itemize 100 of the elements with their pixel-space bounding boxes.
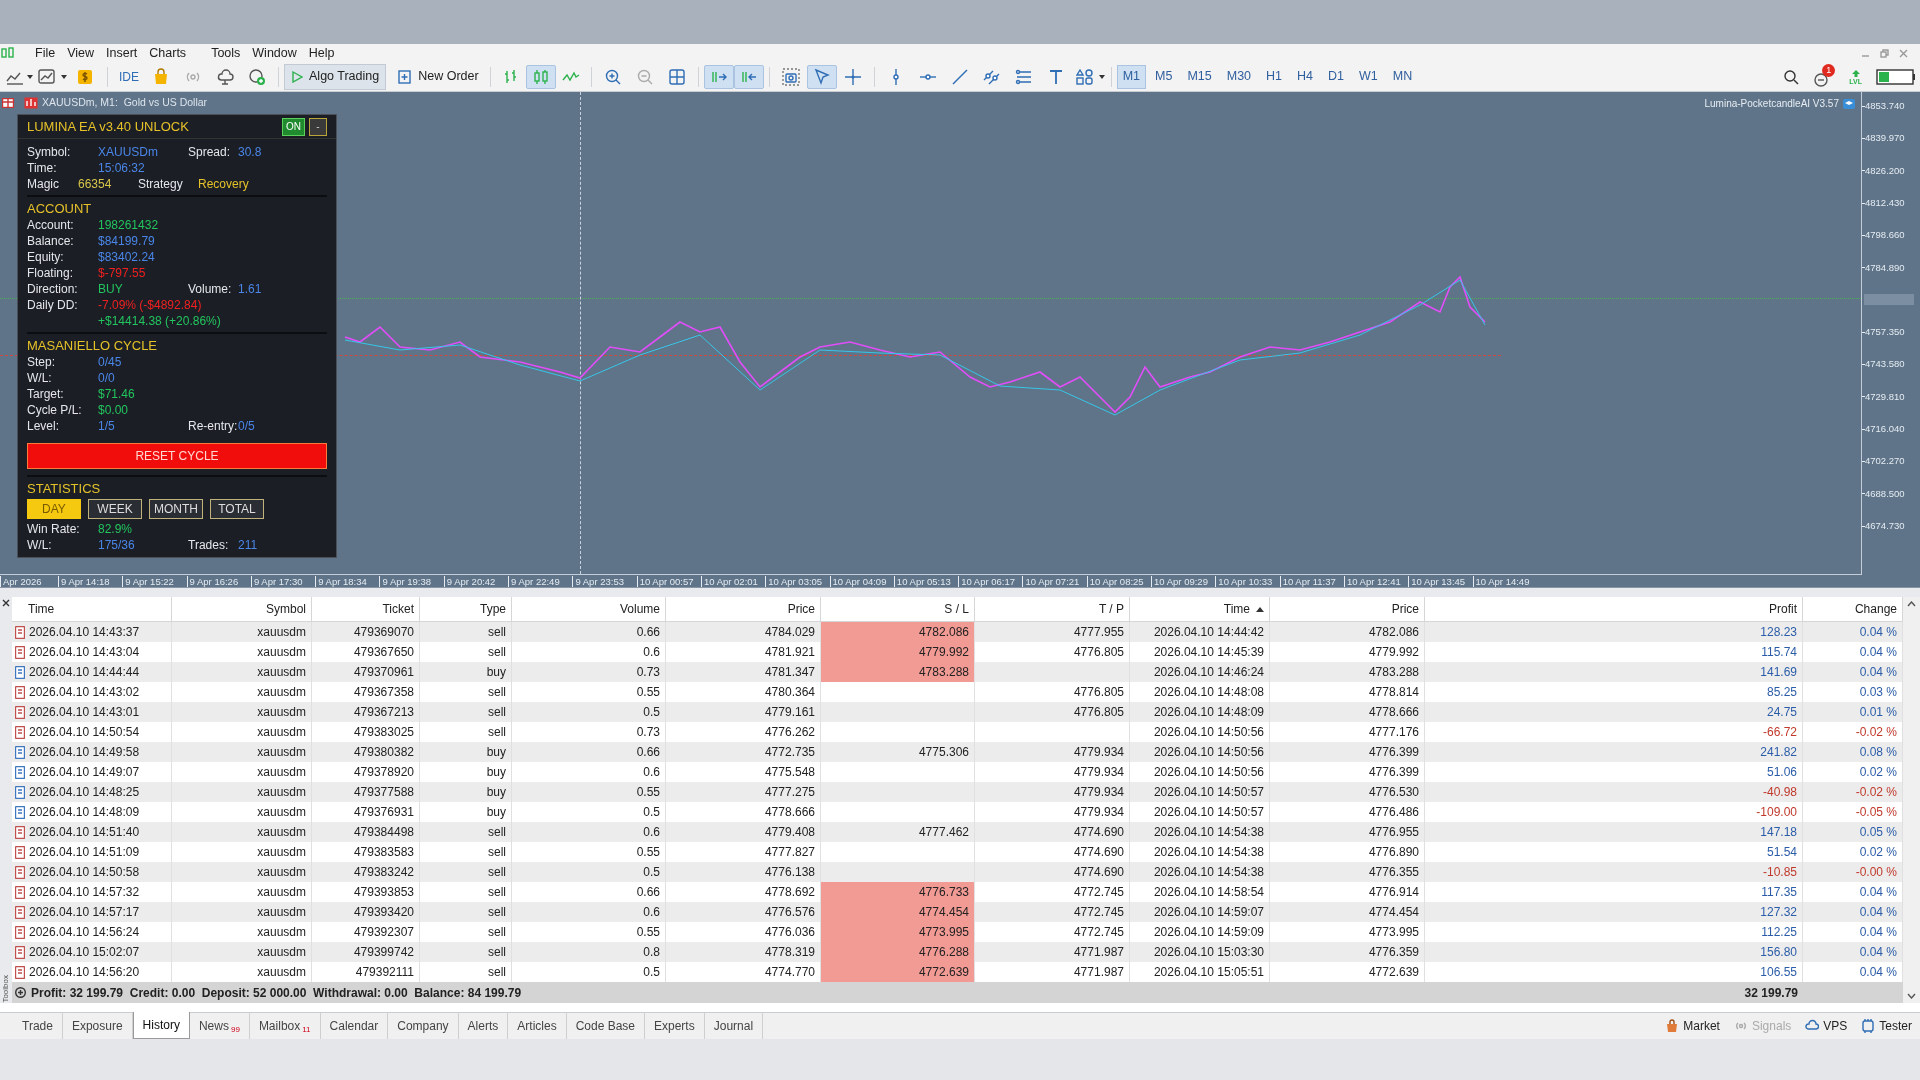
time-tick: 10 Apr 10:33 bbox=[1218, 575, 1273, 587]
period-tab[interactable]: DAY bbox=[27, 499, 81, 519]
column-header[interactable]: Symbol bbox=[172, 597, 312, 621]
dollar-icon[interactable] bbox=[76, 67, 94, 86]
table-cell-text: sell bbox=[488, 824, 506, 841]
table-cell-text: 479367358 bbox=[353, 684, 414, 701]
table-cell-text: 4776.036 bbox=[764, 924, 815, 941]
menu-item[interactable]: Tools bbox=[205, 43, 247, 63]
timeframe-button[interactable]: W1 bbox=[1353, 64, 1384, 89]
expand-icon[interactable] bbox=[15, 987, 26, 998]
minimize-button[interactable]: - bbox=[309, 117, 327, 136]
panel-tab[interactable]: History bbox=[132, 1012, 190, 1039]
table-cell-text: 4774.770 bbox=[764, 964, 815, 981]
caret-icon[interactable] bbox=[60, 73, 68, 80]
column-header[interactable]: Time bbox=[12, 597, 172, 621]
status-button[interactable]: Tester bbox=[1861, 1017, 1912, 1035]
search-icon[interactable] bbox=[1783, 68, 1800, 85]
plus-document-icon bbox=[398, 69, 413, 84]
zoom-in-icon[interactable] bbox=[603, 67, 622, 86]
table-cell-text: 0.5 bbox=[643, 804, 660, 821]
column-header[interactable]: Price bbox=[1270, 597, 1425, 621]
close-icon[interactable] bbox=[2, 599, 10, 607]
field-value: 0/5 bbox=[238, 418, 255, 435]
table-cell-text: 2026.04.10 14:50:57 bbox=[1153, 784, 1264, 801]
table-cell-text: 2026.04.10 14:50:54 bbox=[29, 724, 140, 741]
price-tick: 4729.810 bbox=[1865, 389, 1905, 404]
period-tab[interactable]: WEEK bbox=[88, 499, 142, 519]
table-cell-text: xauusdm bbox=[257, 684, 306, 701]
menu-item[interactable]: File bbox=[29, 43, 62, 63]
status-button[interactable]: VPS bbox=[1805, 1017, 1848, 1035]
column-header[interactable]: S / L bbox=[821, 597, 975, 621]
menu-item[interactable]: Charts bbox=[143, 43, 193, 63]
table-cell-text: 4777.827 bbox=[764, 844, 815, 861]
timeframe-button[interactable]: D1 bbox=[1322, 64, 1350, 89]
table-cell-text: sell bbox=[488, 684, 506, 701]
table-cell-text: 0.55 bbox=[636, 684, 660, 701]
caret-icon[interactable] bbox=[1097, 73, 1106, 80]
period-tab[interactable]: MONTH bbox=[149, 499, 203, 519]
timeframe-button[interactable]: M15 bbox=[1181, 64, 1218, 89]
stop-loss-cell: 4779.992 bbox=[821, 642, 975, 662]
field-value: 66354 bbox=[78, 176, 112, 193]
screenshot-icon[interactable] bbox=[781, 67, 800, 86]
cursor-icon[interactable] bbox=[812, 67, 831, 86]
template-dropdown-icon[interactable] bbox=[38, 67, 56, 86]
status-button[interactable]: Market bbox=[1665, 1017, 1720, 1035]
table-cell-text: 0.5 bbox=[643, 864, 660, 881]
column-header[interactable]: Volume bbox=[512, 597, 666, 621]
table-cell-text: 479393853 bbox=[353, 884, 414, 901]
fibonacci-lines-icon[interactable] bbox=[1014, 67, 1033, 86]
cloud-icon[interactable] bbox=[216, 67, 234, 86]
scroll-down-icon[interactable] bbox=[1907, 993, 1916, 999]
table-cell-text: -0.05 % bbox=[1855, 804, 1897, 821]
column-header[interactable]: Type bbox=[420, 597, 512, 621]
trendline-icon[interactable] bbox=[950, 67, 969, 86]
scroll-up-icon[interactable] bbox=[1907, 601, 1916, 607]
table-cell-text: -0.00 % bbox=[1855, 864, 1897, 881]
crosshair-icon[interactable] bbox=[843, 67, 862, 86]
on-toggle[interactable]: ON bbox=[282, 117, 305, 136]
table-cell-text: sell bbox=[488, 644, 506, 661]
period-tab[interactable]: TOTAL bbox=[210, 499, 264, 519]
column-header[interactable]: Price bbox=[666, 597, 821, 621]
field-value: 82.9% bbox=[98, 521, 133, 538]
field-value: -7.09% (-$4892.84) bbox=[98, 297, 202, 314]
timeframe-button[interactable]: H1 bbox=[1260, 64, 1289, 89]
table-cell-text: 2026.04.10 14:48:09 bbox=[29, 804, 140, 821]
new-order-button[interactable]: New Order bbox=[392, 63, 485, 90]
time-tick: 10 Apr 06:17 bbox=[961, 575, 1016, 587]
column-header[interactable]: Ticket bbox=[312, 597, 420, 621]
shopping-bag-icon[interactable] bbox=[152, 67, 170, 86]
timeframe-button[interactable]: M5 bbox=[1149, 64, 1179, 89]
table-cell-text: 2026.04.10 14:48:08 bbox=[1153, 684, 1264, 701]
table-cell-text: 479376931 bbox=[353, 804, 414, 821]
table-cell-text: 2026.04.10 14:50:58 bbox=[29, 864, 140, 881]
globe-plus-icon[interactable] bbox=[248, 67, 266, 86]
timeframe-button[interactable]: M1 bbox=[1116, 64, 1146, 89]
grid-icon[interactable] bbox=[667, 67, 686, 86]
table-cell-text: 2026.04.10 15:02:07 bbox=[29, 944, 140, 961]
timeframe-button[interactable]: MN bbox=[1386, 64, 1419, 89]
menu-item[interactable]: Help bbox=[302, 43, 341, 63]
table-cell-text: -0.02 % bbox=[1855, 724, 1897, 741]
price-tick: 4702.270 bbox=[1865, 454, 1905, 469]
table-cell-text: 2026.04.10 14:49:58 bbox=[29, 744, 140, 761]
algo-trading-button[interactable]: Algo Trading bbox=[284, 63, 387, 90]
timeframe-button[interactable]: H4 bbox=[1291, 64, 1319, 89]
grid-icon bbox=[2, 97, 14, 108]
column-header[interactable]: Time bbox=[1130, 597, 1270, 621]
table-cell-text: sell bbox=[488, 704, 506, 721]
timeframe-button[interactable]: M30 bbox=[1220, 64, 1258, 89]
column-header[interactable]: Profit bbox=[1425, 597, 1803, 621]
caret-icon[interactable] bbox=[26, 73, 34, 80]
table-cell-text: 0.66 bbox=[636, 624, 660, 641]
menu-item[interactable]: View bbox=[61, 43, 101, 63]
menu-item[interactable]: Window bbox=[246, 43, 303, 63]
menu-item[interactable]: Insert bbox=[100, 43, 144, 63]
upload-arrow-icon[interactable] bbox=[1850, 68, 1861, 78]
table-cell-text: 128.23 bbox=[1760, 624, 1797, 641]
table-cell-text: 4776.955 bbox=[1368, 824, 1419, 841]
shapes-icon[interactable] bbox=[1075, 67, 1094, 86]
ide-button[interactable]: IDE bbox=[113, 67, 145, 86]
column-header[interactable]: T / P bbox=[975, 597, 1130, 621]
